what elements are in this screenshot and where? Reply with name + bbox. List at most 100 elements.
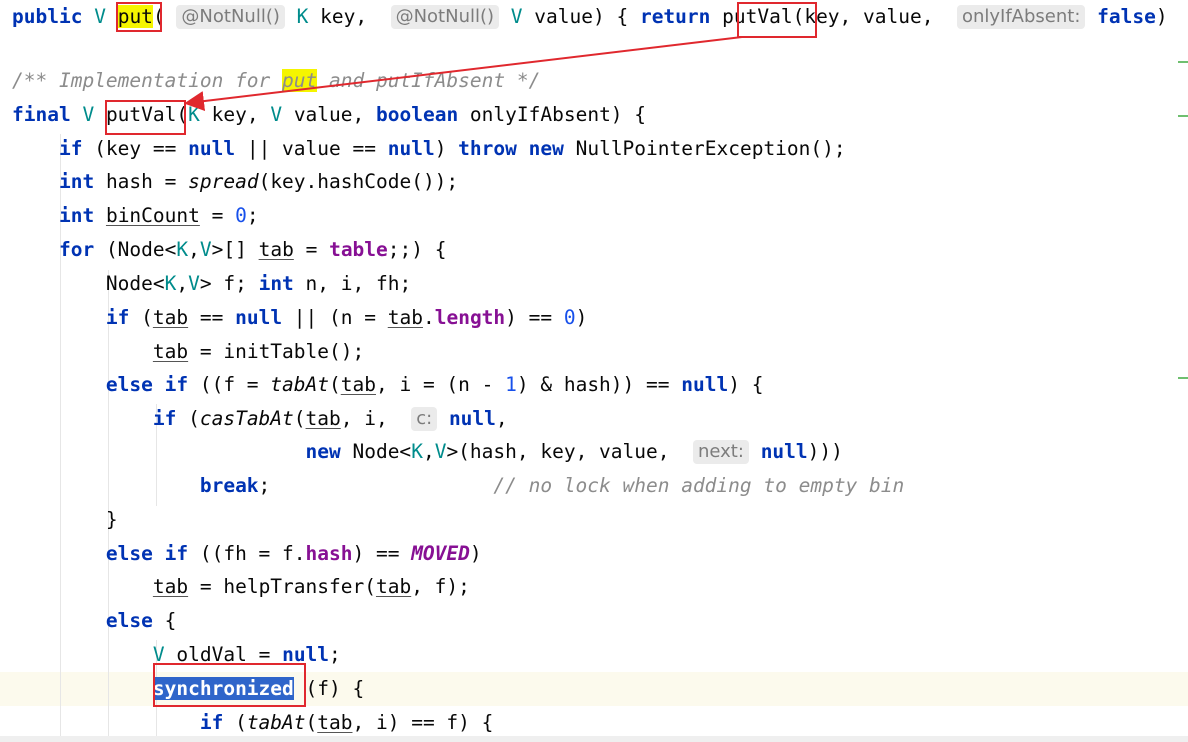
code-token: null: [448, 407, 496, 430]
code-token: casTabAt: [199, 407, 294, 430]
code-token: tab: [305, 407, 341, 430]
change-marker: [1178, 115, 1188, 117]
code-token: V: [94, 5, 106, 28]
code-line-put-signature[interactable]: public V put( @NotNull() K key, @NotNull…: [12, 0, 1168, 34]
code-line-if-tabat-eq[interactable]: if (tabAt(tab, i) == f) {: [12, 706, 494, 740]
code-token: // no lock when adding to empty bin: [493, 474, 905, 497]
code-token: new: [528, 137, 564, 160]
code-token: , f);: [411, 575, 470, 598]
code-token: new: [305, 440, 341, 463]
code-line-hash[interactable]: int hash = spread(key.hashCode());: [12, 165, 458, 199]
code-line-javadoc[interactable]: /** Implementation for put and putIfAbse…: [12, 64, 540, 98]
horizontal-scrollbar[interactable]: [0, 736, 1188, 742]
code-line-help-transfer[interactable]: tab = helpTransfer(tab, f);: [12, 570, 470, 604]
code-token: >(hash, key, value,: [446, 440, 693, 463]
parameter-hint: @NotNull(): [390, 5, 500, 29]
code-token: V: [199, 238, 212, 261]
code-line-for-loop[interactable]: for (Node<K,V>[] tab = table;;) {: [12, 233, 447, 267]
code-token: ): [1155, 5, 1168, 28]
code-token: int: [258, 272, 294, 295]
code-token: tab: [340, 373, 376, 396]
code-token: K: [296, 5, 309, 28]
code-token: final: [12, 103, 71, 126]
code-token: ): [469, 542, 482, 565]
code-token: 0: [563, 306, 576, 329]
code-line-if-cas[interactable]: if (casTabAt(tab, i, c: null,: [12, 402, 508, 436]
code-token: throw: [458, 137, 517, 160]
code-line-if-tab-null[interactable]: if (tab == null || (n = tab.length) == 0…: [12, 301, 587, 335]
code-token: V: [188, 272, 200, 295]
code-token: tab: [375, 575, 412, 598]
code-token: ==: [188, 306, 236, 329]
code-token: NullPointerException();: [563, 137, 846, 160]
parameter-hint: @NotNull(): [176, 5, 285, 29]
code-token: (: [293, 407, 306, 430]
code-line-else-if-tabat[interactable]: else if ((f = tabAt(tab, i = (n - 1) & h…: [12, 368, 764, 402]
code-line-init-table[interactable]: tab = initTable();: [12, 335, 364, 369]
code-token: onlyIfAbsent) {: [458, 103, 647, 126]
code-token: if: [58, 137, 83, 160]
code-token: boolean: [376, 103, 459, 126]
code-token: tab: [317, 711, 353, 734]
code-token: (: [223, 711, 247, 734]
code-token: =: [293, 238, 330, 261]
code-token: , i) == f) {: [352, 711, 494, 734]
parameter-hint: c:: [411, 407, 438, 431]
putval-definition-highlight-box: [105, 100, 186, 135]
code-line-else[interactable]: else {: [12, 604, 176, 638]
code-token: null: [760, 440, 808, 463]
code-token: else if: [105, 542, 189, 565]
code-token: , i,: [340, 407, 412, 430]
code-line-node-decl[interactable]: Node<K,V> f; int n, i, fh;: [12, 267, 411, 301]
code-line-else-if-moved[interactable]: else if ((fh = f.hash) == MOVED): [12, 537, 482, 571]
code-token: public: [12, 5, 83, 28]
code-token: V: [270, 103, 283, 126]
code-token: tabAt: [270, 373, 329, 396]
code-token: value) {: [522, 5, 640, 28]
code-token: {: [152, 609, 177, 632]
code-token: else if: [105, 373, 189, 396]
parameter-hint: next:: [692, 440, 749, 464]
code-token: V: [82, 103, 95, 126]
code-token: (: [176, 407, 200, 430]
code-editor[interactable]: public V put ( @NotNull() K key, @NotNull…: [0, 0, 1188, 742]
code-token: K: [188, 103, 200, 126]
code-token: table: [329, 238, 388, 261]
code-line-bincount[interactable]: int binCount = 0;: [12, 199, 259, 233]
code-line-null-check[interactable]: if (key == null || value == null) throw …: [12, 132, 846, 166]
code-line-break[interactable]: break; // no lock when adding to empty b…: [12, 469, 904, 503]
code-token: ((fh = f.: [188, 542, 306, 565]
code-token: return: [639, 5, 711, 28]
code-line-close-brace[interactable]: }: [12, 503, 118, 537]
code-token: break: [199, 474, 259, 497]
code-token: V: [434, 440, 447, 463]
code-token: MOVED: [411, 542, 470, 565]
code-token: ,: [176, 272, 189, 295]
code-line-new-node[interactable]: new Node<K,V>(hash, key, value, next: nu…: [12, 435, 843, 469]
code-token: n, i, fh;: [293, 272, 412, 295]
code-token: = initTable();: [188, 340, 365, 363]
code-token: (key.hashCode());: [258, 170, 459, 193]
code-token: , i = (n -: [375, 373, 506, 396]
code-token: K: [176, 238, 189, 261]
code-token: tab: [387, 306, 423, 329]
change-marker: [1178, 377, 1188, 379]
code-token: .: [422, 306, 435, 329]
change-marker: [1178, 61, 1188, 63]
code-token: (Node<: [94, 238, 177, 261]
code-token: Node<: [12, 272, 165, 295]
code-token: spread: [188, 170, 259, 193]
code-token: if: [105, 306, 130, 329]
code-token: int: [58, 170, 95, 193]
code-token: ;: [246, 204, 259, 227]
